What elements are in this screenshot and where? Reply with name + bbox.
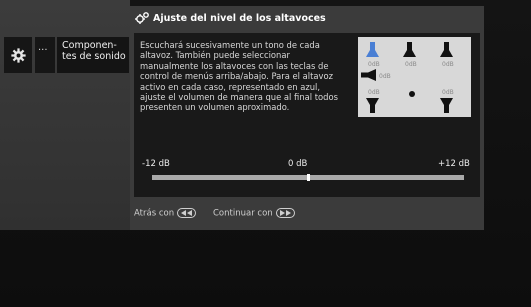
level-slider[interactable] — [152, 174, 464, 181]
speaker-rear-left-level: 0dB — [368, 89, 380, 96]
fast-forward-button-icon — [275, 208, 295, 218]
rewind-button-icon — [177, 208, 197, 218]
speaker-rear-right-icon[interactable] — [440, 98, 453, 113]
continue-hint-label: Continuar con — [213, 208, 273, 219]
back-hint: Atrás con — [134, 208, 197, 219]
listener-position-dot — [409, 91, 415, 97]
menu-tile-settings[interactable] — [4, 37, 32, 73]
speaker-center-level: 0dB — [405, 61, 417, 68]
more-label: ... — [38, 42, 48, 53]
continue-hint: Continuar con — [213, 208, 295, 219]
speaker-front-left-icon[interactable] — [366, 42, 379, 57]
scale-max-label: +12 dB — [438, 159, 470, 169]
gear-icon — [11, 48, 26, 63]
level-slider-thumb[interactable] — [307, 174, 310, 181]
menu-tile-more[interactable]: ... — [35, 37, 55, 73]
tv-screen: ... Componen- tes de sonido Ajuste del n… — [0, 0, 531, 307]
speaker-front-right-icon[interactable] — [440, 42, 453, 57]
speaker-rear-right-level: 0dB — [442, 89, 454, 96]
speaker-center-icon[interactable] — [403, 42, 416, 57]
scale-mid-label: 0 dB — [288, 159, 308, 169]
menu-tile-sound-components[interactable]: Componen- tes de sonido — [57, 37, 129, 73]
back-hint-label: Atrás con — [134, 208, 175, 219]
speaker-settings-icon — [135, 12, 149, 24]
speaker-front-left-level: 0dB — [368, 61, 380, 68]
instructions-text: Escuchará sucesivamente un tono de cada … — [140, 40, 338, 113]
sound-components-label: Componen- tes de sonido — [62, 40, 126, 62]
dialog-title: Ajuste del nivel de los altavoces — [153, 13, 326, 24]
scale-min-label: -12 dB — [142, 159, 170, 169]
speaker-front-right-level: 0dB — [442, 61, 454, 68]
speaker-subwoofer-level: 0dB — [379, 73, 391, 80]
speaker-rear-left-icon[interactable] — [366, 98, 379, 113]
speaker-subwoofer-icon[interactable] — [361, 69, 376, 81]
settings-menu-column: ... Componen- tes de sonido — [0, 0, 130, 230]
